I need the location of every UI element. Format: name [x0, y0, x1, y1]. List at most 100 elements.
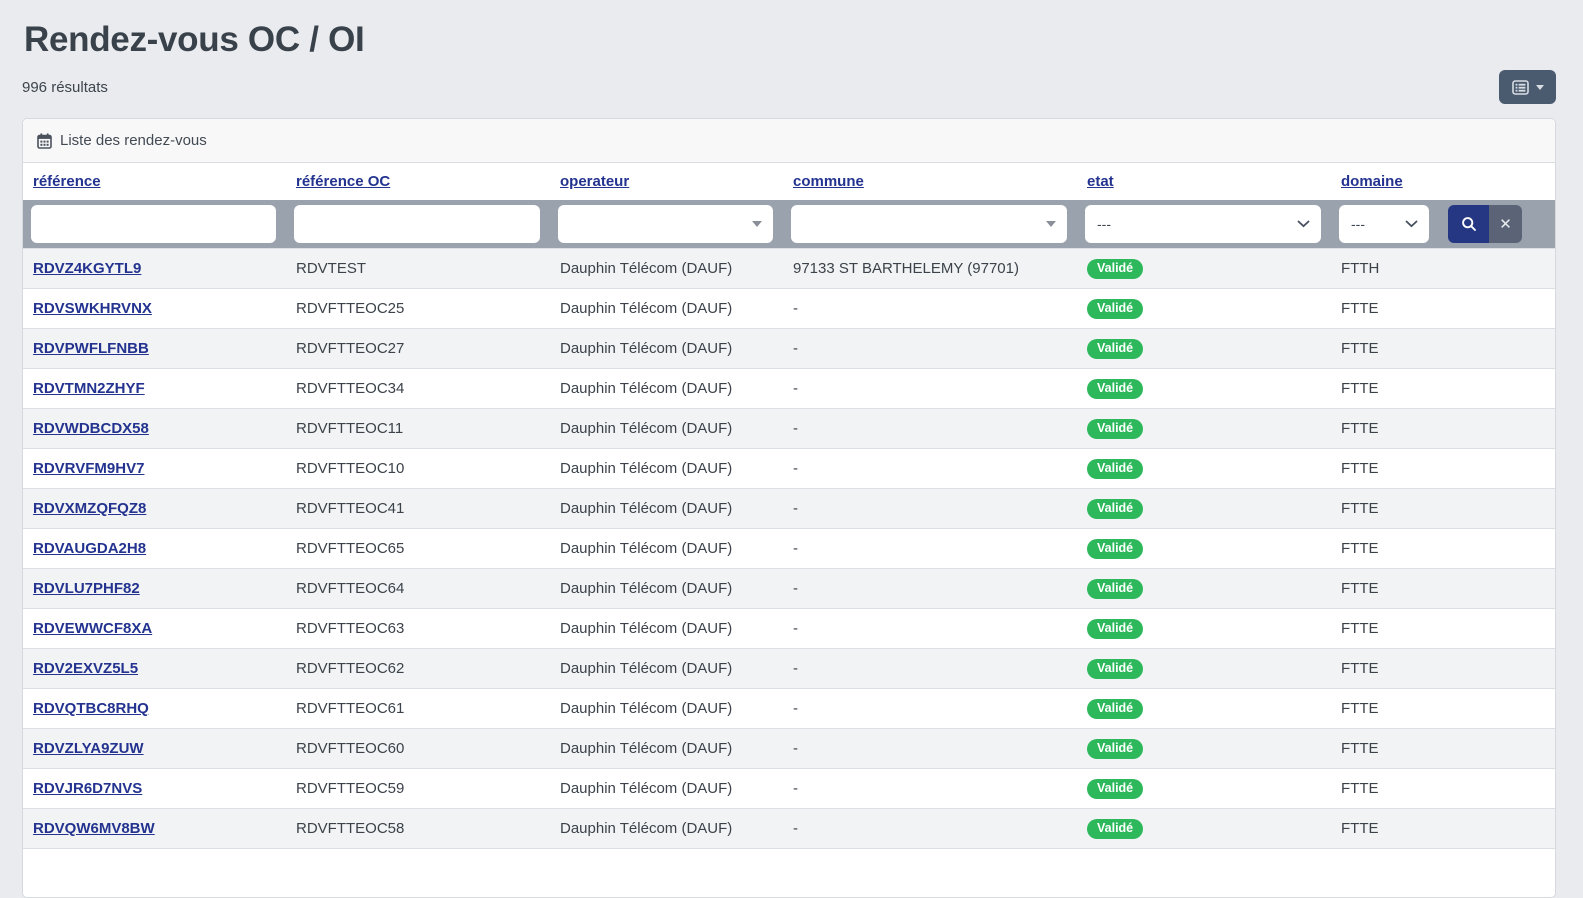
filter-commune-select[interactable]	[791, 205, 1067, 243]
cell-reference-oc: RDVFTTEOC60	[286, 729, 550, 769]
reference-link[interactable]: RDV2EXVZ5L5	[33, 660, 138, 677]
cell-operateur: Dauphin Télécom (DAUF)	[550, 569, 783, 609]
cell-domaine: FTTE	[1331, 809, 1555, 849]
sort-reference[interactable]: référence	[33, 173, 101, 190]
cell-etat: Validé	[1077, 329, 1331, 369]
results-count: 996 résultats	[22, 79, 108, 96]
table-row: RDV2EXVZ5L5 RDVFTTEOC62 Dauphin Télécom …	[23, 649, 1555, 689]
cell-etat: Validé	[1077, 689, 1331, 729]
chevron-down-icon	[1297, 220, 1310, 228]
reference-link[interactable]: RDVWDBCDX58	[33, 420, 149, 437]
status-badge: Validé	[1087, 419, 1143, 439]
cell-reference-oc: RDVFTTEOC63	[286, 609, 550, 649]
cell-operateur: Dauphin Télécom (DAUF)	[550, 769, 783, 809]
filter-domaine-select[interactable]: ---	[1339, 205, 1429, 243]
caret-down-icon	[752, 221, 762, 227]
filter-reference-input[interactable]	[31, 205, 276, 243]
table-row: RDVJR6D7NVS RDVFTTEOC59 Dauphin Télécom …	[23, 769, 1555, 809]
sort-operateur[interactable]: operateur	[560, 173, 629, 190]
reference-link[interactable]: RDVXMZQFQZ8	[33, 500, 146, 517]
view-options-button[interactable]	[1499, 70, 1556, 104]
status-badge: Validé	[1087, 699, 1143, 719]
table-row: RDVPWFLFNBB RDVFTTEOC27 Dauphin Télécom …	[23, 329, 1555, 369]
cell-etat: Validé	[1077, 609, 1331, 649]
cell-etat: Validé	[1077, 409, 1331, 449]
filter-domaine-value: ---	[1351, 216, 1365, 232]
reference-link[interactable]: RDVEWWCF8XA	[33, 620, 152, 637]
cell-operateur: Dauphin Télécom (DAUF)	[550, 729, 783, 769]
cell-etat: Validé	[1077, 529, 1331, 569]
table-row: RDVQTBC8RHQ RDVFTTEOC61 Dauphin Télécom …	[23, 689, 1555, 729]
cell-operateur: Dauphin Télécom (DAUF)	[550, 609, 783, 649]
cell-etat: Validé	[1077, 289, 1331, 329]
sort-commune[interactable]: commune	[793, 173, 864, 190]
cell-reference-oc: RDVFTTEOC64	[286, 569, 550, 609]
cell-domaine: FTTE	[1331, 489, 1555, 529]
cell-reference-oc: RDVFTTEOC62	[286, 649, 550, 689]
table-row: RDVTMN2ZHYF RDVFTTEOC34 Dauphin Télécom …	[23, 369, 1555, 409]
reference-link[interactable]: RDVLU7PHF82	[33, 580, 140, 597]
card-title: Liste des rendez-vous	[60, 131, 207, 150]
reference-link[interactable]: RDVZLYA9ZUW	[33, 740, 144, 757]
filter-etat-value: ---	[1097, 216, 1111, 232]
cell-commune: -	[783, 569, 1077, 609]
th-list-icon	[1512, 80, 1529, 95]
table-row: RDVQW6MV8BW RDVFTTEOC58 Dauphin Télécom …	[23, 809, 1555, 849]
cell-etat: Validé	[1077, 729, 1331, 769]
cell-domaine: FTTE	[1331, 529, 1555, 569]
cell-domaine: FTTE	[1331, 569, 1555, 609]
cell-operateur: Dauphin Télécom (DAUF)	[550, 289, 783, 329]
reference-link[interactable]: RDVZ4KGYTL9	[33, 260, 141, 277]
search-icon	[1461, 216, 1477, 232]
caret-down-icon	[1046, 221, 1056, 227]
cell-operateur: Dauphin Télécom (DAUF)	[550, 689, 783, 729]
cell-commune: -	[783, 729, 1077, 769]
cell-operateur: Dauphin Télécom (DAUF)	[550, 489, 783, 529]
status-badge: Validé	[1087, 339, 1143, 359]
table-row: RDVXMZQFQZ8 RDVFTTEOC41 Dauphin Télécom …	[23, 489, 1555, 529]
status-badge: Validé	[1087, 499, 1143, 519]
sort-etat[interactable]: etat	[1087, 173, 1114, 190]
reference-link[interactable]: RDVSWKHRVNX	[33, 300, 152, 317]
cell-domaine: FTTE	[1331, 369, 1555, 409]
cell-operateur: Dauphin Télécom (DAUF)	[550, 249, 783, 289]
cell-operateur: Dauphin Télécom (DAUF)	[550, 529, 783, 569]
status-badge: Validé	[1087, 579, 1143, 599]
cell-operateur: Dauphin Télécom (DAUF)	[550, 809, 783, 849]
cell-etat: Validé	[1077, 569, 1331, 609]
reference-link[interactable]: RDVRVFM9HV7	[33, 460, 144, 477]
sort-domaine[interactable]: domaine	[1341, 173, 1403, 190]
reference-link[interactable]: RDVJR6D7NVS	[33, 780, 142, 797]
search-button[interactable]	[1448, 205, 1489, 243]
sort-reference-oc[interactable]: référence OC	[296, 173, 390, 190]
filter-operateur-select[interactable]	[558, 205, 773, 243]
filter-etat-select[interactable]: ---	[1085, 205, 1321, 243]
table-row-partial	[23, 849, 1555, 868]
reference-link[interactable]: RDVAUGDA2H8	[33, 540, 146, 557]
table-row: RDVAUGDA2H8 RDVFTTEOC65 Dauphin Télécom …	[23, 529, 1555, 569]
cell-reference-oc: RDVFTTEOC41	[286, 489, 550, 529]
page-title: Rendez-vous OC / OI	[24, 20, 1556, 60]
cell-commune: -	[783, 689, 1077, 729]
cell-commune: -	[783, 329, 1077, 369]
table-row: RDVSWKHRVNX RDVFTTEOC25 Dauphin Télécom …	[23, 289, 1555, 329]
cell-domaine: FTTE	[1331, 649, 1555, 689]
status-badge: Validé	[1087, 379, 1143, 399]
reference-link[interactable]: RDVPWFLFNBB	[33, 340, 149, 357]
rendez-vous-card: Liste des rendez-vous référence référenc…	[22, 118, 1556, 898]
cell-domaine: FTTE	[1331, 449, 1555, 489]
reference-link[interactable]: RDVQTBC8RHQ	[33, 700, 149, 717]
table-body: RDVZ4KGYTL9 RDVTEST Dauphin Télécom (DAU…	[23, 249, 1555, 849]
cell-reference-oc: RDVFTTEOC10	[286, 449, 550, 489]
cell-etat: Validé	[1077, 489, 1331, 529]
cell-domaine: FTTE	[1331, 769, 1555, 809]
reference-link[interactable]: RDVTMN2ZHYF	[33, 380, 145, 397]
clear-filters-button[interactable]: ✕	[1489, 205, 1522, 243]
filter-row: --- ---	[23, 200, 1555, 249]
table-row: RDVRVFM9HV7 RDVFTTEOC10 Dauphin Télécom …	[23, 449, 1555, 489]
status-badge: Validé	[1087, 539, 1143, 559]
cell-reference-oc: RDVFTTEOC61	[286, 689, 550, 729]
filter-actions: ✕	[1448, 205, 1522, 243]
filter-reference-oc-input[interactable]	[294, 205, 540, 243]
cell-operateur: Dauphin Télécom (DAUF)	[550, 409, 783, 449]
